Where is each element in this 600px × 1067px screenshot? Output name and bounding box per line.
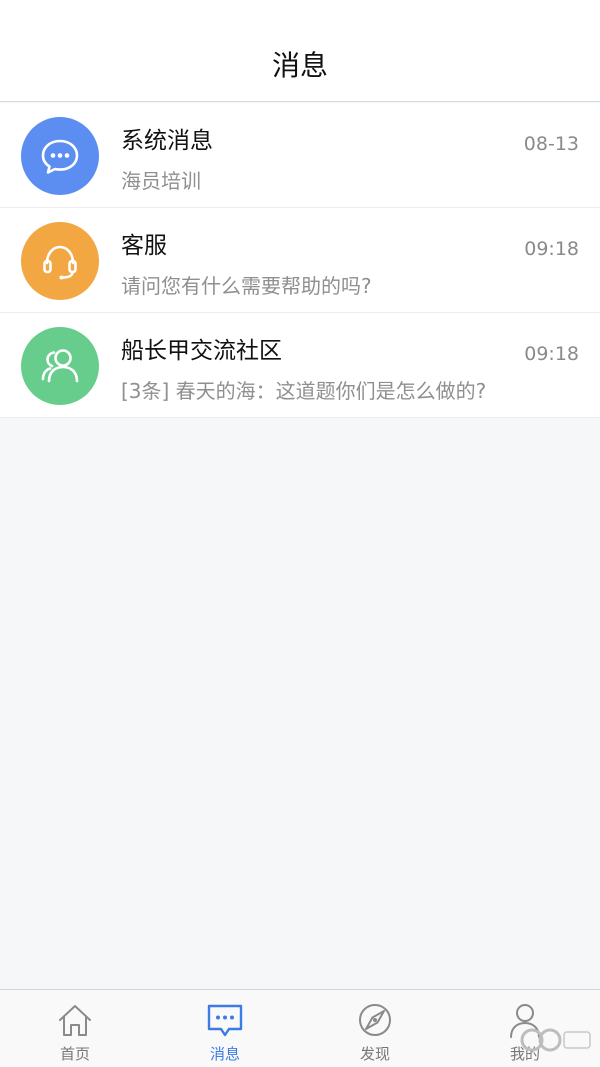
message-icon <box>205 1000 245 1040</box>
chat-bubble-icon <box>41 139 79 174</box>
conversation-name: 船长甲交流社区 <box>121 338 282 364</box>
conversation-item-system[interactable]: 系统消息 08-13 海员培训 <box>0 103 600 208</box>
tab-discover[interactable]: 发现 <box>300 990 450 1067</box>
conversation-time: 08-13 <box>523 133 579 155</box>
avatar <box>21 117 99 195</box>
conversation-time: 09:18 <box>524 238 579 260</box>
conversation-name: 系统消息 <box>121 128 213 154</box>
tab-home[interactable]: 首页 <box>0 990 150 1067</box>
tab-label: 消息 <box>209 1045 240 1063</box>
conversation-preview: [3条] 春天的海：这道题你们是怎么做的? <box>121 379 487 403</box>
group-icon <box>41 349 79 383</box>
conversation-preview: 请问您有什么需要帮助的吗? <box>121 274 372 298</box>
avatar <box>21 327 99 405</box>
conversation-item-service[interactable]: 客服 09:18 请问您有什么需要帮助的吗? <box>0 208 600 313</box>
conversation-name: 客服 <box>121 233 167 259</box>
conversation-item-community[interactable]: 船长甲交流社区 09:18 [3条] 春天的海：这道题你们是怎么做的? <box>0 313 600 418</box>
avatar <box>21 222 99 300</box>
conversation-time: 09:18 <box>524 343 579 365</box>
compass-icon <box>355 1000 395 1040</box>
home-icon <box>55 1000 95 1040</box>
tab-me[interactable]: 我的 <box>450 990 600 1067</box>
tab-bar: 首页 消息 发现 我的 <box>0 989 600 1067</box>
conversation-preview: 海员培训 <box>121 169 201 193</box>
page-title: 消息 <box>271 49 328 82</box>
messages-screen: 消息 系统消息 08-13 海员培训 客服 09:18 请问您有什么需要帮助的吗… <box>0 0 600 1067</box>
user-icon <box>505 1000 545 1040</box>
tab-label: 发现 <box>359 1045 390 1063</box>
tab-messages[interactable]: 消息 <box>150 990 300 1067</box>
nav-bar: 消息 <box>0 0 600 102</box>
headset-icon <box>43 245 77 280</box>
tab-label: 我的 <box>509 1045 540 1063</box>
tab-label: 首页 <box>59 1045 90 1063</box>
conversation-list: 系统消息 08-13 海员培训 客服 09:18 请问您有什么需要帮助的吗? 船… <box>0 103 600 418</box>
